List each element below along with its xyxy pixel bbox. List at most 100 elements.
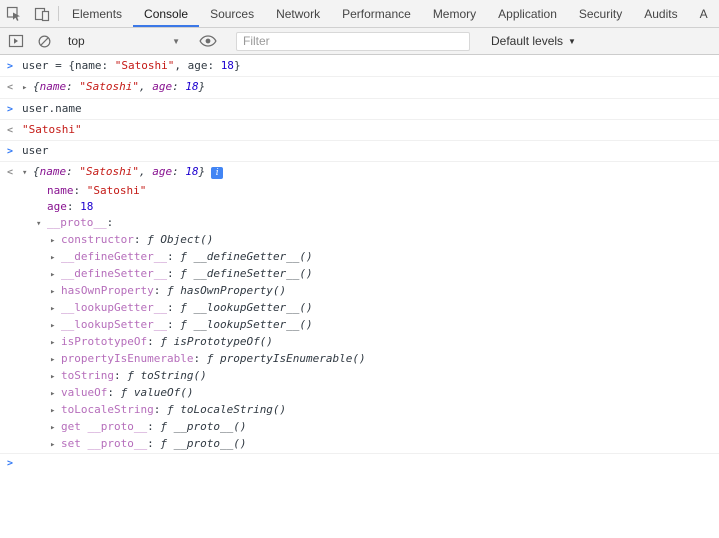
console-token: : — [193, 351, 206, 367]
twisty-expanded-icon[interactable]: ▾ — [36, 216, 47, 232]
console-tree-row: age: 18 — [0, 199, 719, 215]
console-token: 18 — [185, 79, 198, 94]
live-expression-button[interactable] — [194, 28, 222, 54]
context-selector[interactable]: top ▼ — [68, 34, 180, 48]
console-token: name — [40, 164, 67, 179]
twisty-collapsed-icon[interactable]: ▸ — [50, 318, 61, 334]
clear-console-button[interactable] — [30, 28, 58, 54]
twisty-collapsed-icon[interactable]: ▸ — [50, 284, 61, 300]
console-token: __defineSetter__() — [193, 266, 312, 282]
output-marker-icon: < — [0, 123, 22, 138]
tab-sources[interactable]: Sources — [199, 0, 265, 27]
info-icon[interactable]: i — [211, 167, 223, 179]
prompt-marker-icon: > — [0, 456, 22, 471]
console-token: : — [154, 283, 167, 299]
device-toolbar-icon — [34, 6, 50, 22]
console-token: user — [22, 143, 49, 158]
tab-console[interactable]: Console — [133, 0, 199, 27]
console-token: : — [172, 164, 185, 179]
twisty-collapsed-icon[interactable]: ▸ — [50, 403, 61, 419]
console-token: "Satoshi" — [79, 79, 139, 94]
tab-memory[interactable]: Memory — [422, 0, 487, 27]
tab-performance[interactable]: Performance — [331, 0, 422, 27]
twisty-collapsed-icon[interactable]: ▸ — [50, 335, 61, 351]
console-token: __proto__ — [47, 215, 107, 231]
console-token: : — [67, 199, 80, 215]
console-token: } — [199, 79, 206, 94]
console-token: 18 — [185, 164, 198, 179]
console-tree-row: ▸isPrototypeOf: ƒ isPrototypeOf() — [0, 334, 719, 351]
chevron-down-icon: ▼ — [568, 37, 576, 46]
console-tree-row: ▸__lookupGetter__: ƒ __lookupGetter__() — [0, 300, 719, 317]
console-tree-row: ▸__defineSetter__: ƒ __defineSetter__() — [0, 266, 719, 283]
twisty-collapsed-icon[interactable]: ▸ — [50, 250, 61, 266]
twisty-collapsed-icon[interactable]: ▸ — [50, 233, 61, 249]
console-tree-row: ▸toLocaleString: ƒ toLocaleString() — [0, 402, 719, 419]
console-token: : — [147, 436, 160, 452]
console-result-row: <"Satoshi" — [0, 120, 719, 141]
tab-elements[interactable]: Elements — [61, 0, 133, 27]
console-token: ƒ — [167, 402, 180, 418]
console-output: >user = {name: "Satoshi", age: 18}<▸{nam… — [0, 55, 719, 538]
default-levels-dropdown[interactable]: Default levels ▼ — [491, 34, 576, 48]
twisty-expanded-icon[interactable]: ▾ — [22, 166, 33, 181]
console-token: : — [66, 79, 79, 94]
twisty-collapsed-icon[interactable]: ▸ — [50, 386, 61, 402]
console-token: : — [74, 183, 87, 199]
console-token: constructor — [61, 232, 134, 248]
console-token: : — [167, 317, 180, 333]
console-token: name — [47, 183, 74, 199]
console-token: propertyIsEnumerable() — [220, 351, 366, 367]
console-token: ƒ — [180, 249, 193, 265]
twisty-collapsed-icon[interactable]: ▸ — [50, 420, 61, 436]
console-token: 18 — [80, 199, 93, 215]
tab-network[interactable]: Network — [265, 0, 331, 27]
console-token: age — [152, 79, 172, 94]
console-token: 18 — [221, 58, 234, 73]
twisty-collapsed-icon[interactable]: ▸ — [22, 81, 33, 96]
devtools-window: ElementsConsoleSourcesNetworkPerformance… — [0, 0, 719, 538]
console-token: } — [199, 164, 206, 179]
console-token: Object() — [160, 232, 213, 248]
console-token: user.name — [22, 101, 82, 116]
console-token: ƒ — [160, 419, 173, 435]
console-tree-row: ▸__defineGetter__: ƒ __defineGetter__() — [0, 249, 719, 266]
input-marker-icon: > — [0, 102, 22, 117]
console-sidebar-toggle-button[interactable] — [2, 28, 30, 54]
console-token: "Satoshi" — [87, 183, 147, 199]
device-toolbar-button[interactable] — [28, 0, 56, 27]
twisty-collapsed-icon[interactable]: ▸ — [50, 352, 61, 368]
console-token: : — [66, 164, 79, 179]
console-token: isPrototypeOf — [61, 334, 147, 350]
eye-icon — [199, 35, 217, 47]
console-token: ƒ — [207, 351, 220, 367]
twisty-collapsed-icon[interactable]: ▸ — [50, 369, 61, 385]
tab-a[interactable]: A — [689, 0, 719, 27]
twisty-collapsed-icon[interactable]: ▸ — [50, 437, 61, 453]
console-token: } — [234, 58, 241, 73]
levels-label: Default levels — [491, 34, 563, 48]
tab-audits[interactable]: Audits — [633, 0, 688, 27]
console-token: "Satoshi" — [79, 164, 139, 179]
console-token: : — [147, 334, 160, 350]
output-marker-icon: < — [0, 80, 22, 95]
inspect-cursor-icon — [6, 6, 22, 22]
inspect-element-button[interactable] — [0, 0, 28, 27]
twisty-collapsed-icon[interactable]: ▸ — [50, 301, 61, 317]
tab-application[interactable]: Application — [487, 0, 568, 27]
console-token: : — [134, 232, 147, 248]
filter-input[interactable] — [236, 32, 470, 51]
console-token: : — [154, 402, 167, 418]
console-token: : — [107, 215, 114, 231]
twisty-collapsed-icon[interactable]: ▸ — [50, 267, 61, 283]
tab-security[interactable]: Security — [568, 0, 633, 27]
console-token: "Satoshi" — [22, 122, 82, 137]
console-result-row: <▸{name: "Satoshi", age: 18} — [0, 77, 719, 99]
console-tree-row: ▸toString: ƒ toString() — [0, 368, 719, 385]
clear-console-icon — [37, 34, 52, 49]
input-marker-icon: > — [0, 144, 22, 159]
console-token: toString() — [140, 368, 206, 384]
console-token: { — [33, 79, 40, 94]
console-tree-row: ▸get __proto__: ƒ __proto__() — [0, 419, 719, 436]
console-token: , age: — [174, 58, 220, 73]
